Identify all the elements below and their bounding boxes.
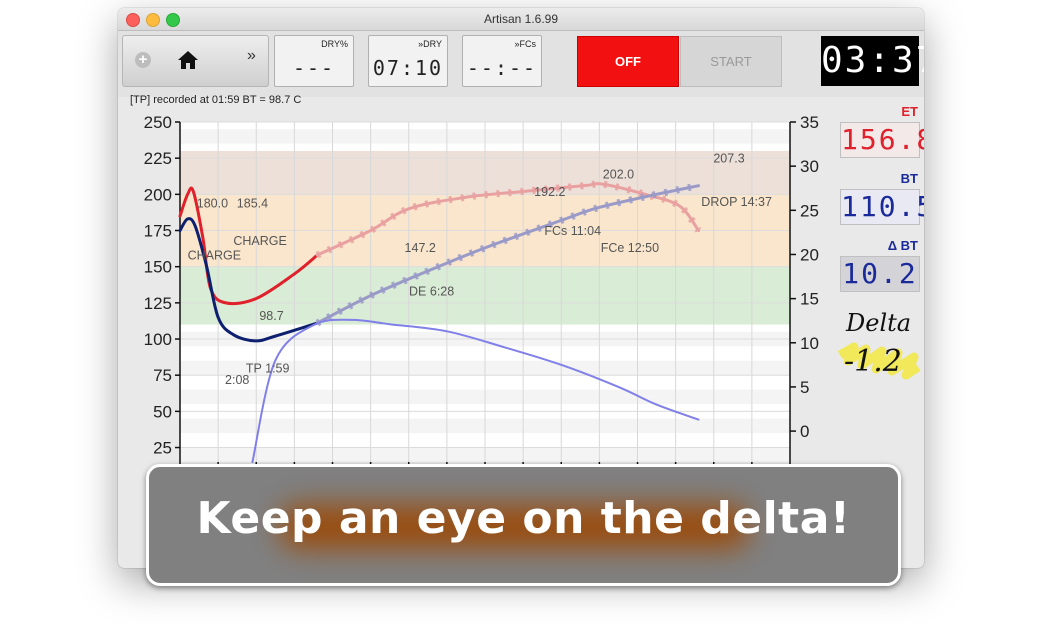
chart-annotation: 147.2 xyxy=(405,241,436,255)
bt-readout: 110.5 xyxy=(840,189,924,225)
delta-handwriting-value: -1.2 xyxy=(844,344,902,379)
chart-annotation: 202.0 xyxy=(603,167,634,181)
delta-bt-readout: 10.2 xyxy=(840,256,920,292)
chart-annotation: DE 6:28 xyxy=(409,285,454,299)
chart-annotation: 207.3 xyxy=(713,152,744,166)
y2-tick-label: 25 xyxy=(800,201,819,220)
chart-annotation: CHARGE xyxy=(188,248,241,262)
chart-annotation: 185.4 xyxy=(237,196,268,210)
y-tick-label: 225 xyxy=(144,149,172,168)
caption-banner: Keep an eye on the delta! xyxy=(146,464,901,586)
chart-annotation: 2:08 xyxy=(225,373,249,387)
chart-annotation: TP 1:59 xyxy=(246,361,290,375)
delta-annotation: Delta -1.2 xyxy=(837,309,921,380)
y-tick-label: 175 xyxy=(144,222,172,241)
y2-tick-label: 0 xyxy=(800,422,809,441)
chart-annotation: 180.0 xyxy=(197,196,228,210)
chart-annotation: CHARGE xyxy=(233,234,286,248)
y-tick-label: 25 xyxy=(153,439,172,458)
chart-annotation: FCe 12:50 xyxy=(601,241,659,255)
y-tick-label: 75 xyxy=(153,366,172,385)
chart-annotation: DROP 14:37 xyxy=(701,195,772,209)
et-label: ET xyxy=(901,104,918,119)
y-tick-label: 50 xyxy=(153,402,172,421)
y-tick-label: 150 xyxy=(144,258,172,277)
chart-annotation: 98.7 xyxy=(259,309,283,323)
y2-tick-label: 35 xyxy=(800,113,819,132)
y-tick-label: 100 xyxy=(144,330,172,349)
y2-tick-label: 30 xyxy=(800,157,819,176)
y2-tick-label: 10 xyxy=(800,334,819,353)
et-readout: 156.8 xyxy=(840,122,924,158)
delta-bt-label: Δ BT xyxy=(887,238,918,253)
delta-handwriting: Delta xyxy=(845,309,911,337)
y-tick-label: 250 xyxy=(144,113,172,132)
chart-annotation: FCs 11:04 xyxy=(544,224,601,238)
y-tick-label: 125 xyxy=(144,294,172,313)
chart-annotation: 192.2 xyxy=(534,185,565,199)
y2-tick-label: 20 xyxy=(800,245,819,264)
caption-text: Keep an eye on the delta! xyxy=(196,493,851,544)
bt-label: BT xyxy=(900,171,918,186)
y-tick-label: 200 xyxy=(144,185,172,204)
y2-tick-label: 5 xyxy=(800,378,809,397)
y2-tick-label: 15 xyxy=(800,290,819,309)
